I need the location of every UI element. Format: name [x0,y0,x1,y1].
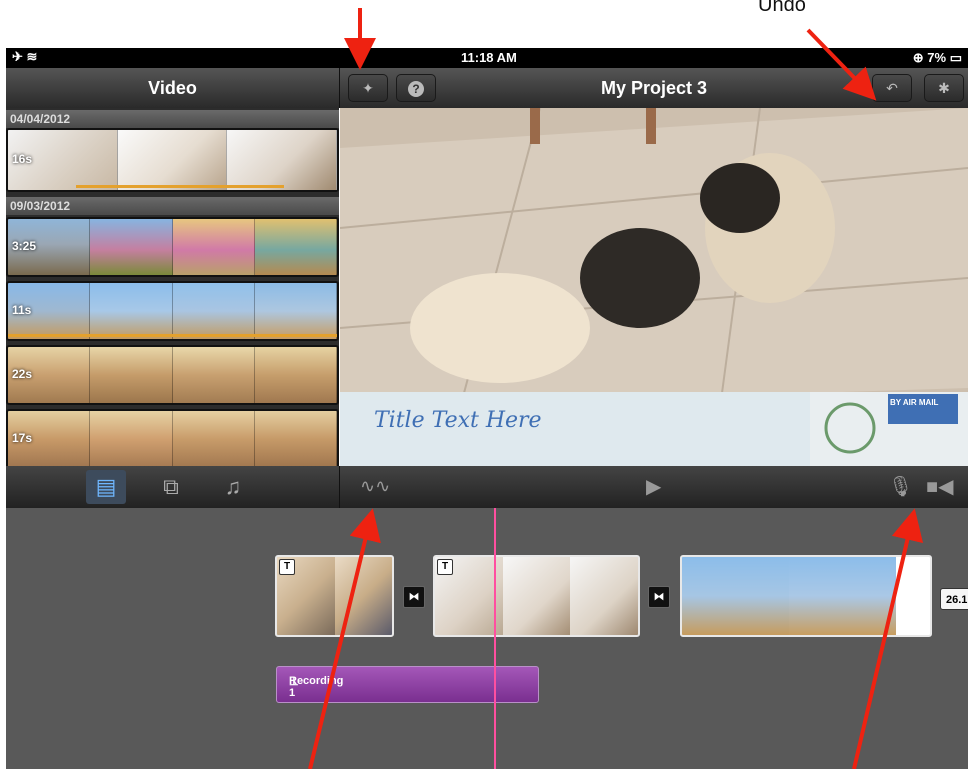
annotation-arrow [852,508,924,769]
annotation-arrows [308,8,924,769]
annotation-arrow [806,28,877,101]
annotation-arrow [308,508,381,769]
